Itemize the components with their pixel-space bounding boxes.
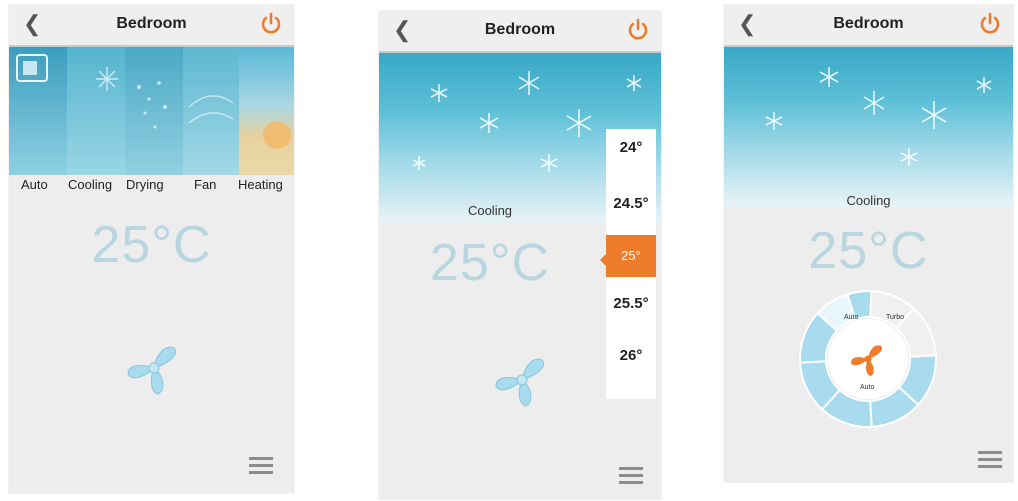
mode-tile-cooling[interactable] <box>67 47 125 175</box>
mode-tile-auto[interactable] <box>9 47 67 175</box>
fan-icon[interactable] <box>119 333 189 403</box>
power-icon[interactable] <box>625 17 651 43</box>
mode-label-auto[interactable]: Auto <box>21 177 48 192</box>
screen-title: Bedroom <box>484 21 556 38</box>
picker-pointer <box>600 253 607 267</box>
power-icon[interactable] <box>977 11 1003 37</box>
mode-tiles <box>9 47 294 175</box>
mode-label-drying[interactable]: Drying <box>126 177 164 192</box>
temperature-display[interactable]: 25°C <box>724 221 1013 281</box>
snowflake-icon <box>96 67 118 91</box>
temperature-display[interactable]: 25°C <box>9 215 294 275</box>
fan-option-auto[interactable]: Auto <box>844 314 859 321</box>
sun-icon <box>263 121 291 149</box>
screen-title: Bedroom <box>116 15 187 32</box>
menu-icon[interactable] <box>249 457 273 477</box>
snow-background <box>724 47 1013 207</box>
picker-item[interactable]: 25.5° <box>606 295 656 312</box>
screen-title: Bedroom <box>833 15 904 32</box>
screen-fan-speed: ❮ Bedroom Cooling 25°C Auto Turbo Auto <box>723 4 1014 483</box>
mode-label-cooling[interactable]: Cooling <box>68 177 112 192</box>
screen-mode-select: ❮ Bedroom Auto Cooling Drying Fan Heatin… <box>8 4 295 494</box>
current-mode-label: Cooling <box>846 193 891 208</box>
mode-tile-fan[interactable] <box>183 47 239 175</box>
top-bar: ❮ Bedroom <box>9 5 294 47</box>
fan-icon[interactable] <box>487 345 557 415</box>
screen-temperature-picker: ❮ Bedroom Cooling 25°C 24° 24.5° 25° 25.… <box>378 10 662 500</box>
menu-icon[interactable] <box>619 467 643 487</box>
fan-option-turbo[interactable]: Turbo <box>886 314 904 321</box>
mode-tile-drying[interactable] <box>125 47 183 175</box>
auto-mode-icon <box>16 54 48 82</box>
droplets-icon <box>137 81 167 129</box>
picker-item[interactable]: 24.5° <box>606 195 656 212</box>
wind-icon <box>188 95 234 124</box>
fan-center-label: Auto <box>860 384 875 391</box>
mode-label-heating[interactable]: Heating <box>238 177 283 192</box>
menu-icon[interactable] <box>978 451 1002 471</box>
picker-item-selected[interactable]: 25° <box>606 235 656 277</box>
mode-labels: Auto Cooling Drying Fan Heating <box>9 177 294 197</box>
top-bar: ❮ Bedroom <box>379 11 661 53</box>
top-bar: ❮ Bedroom <box>724 5 1013 47</box>
mode-tile-heating[interactable] <box>239 47 294 175</box>
picker-item[interactable]: 24° <box>606 139 656 156</box>
mode-label-fan[interactable]: Fan <box>194 177 216 192</box>
power-icon[interactable] <box>258 11 284 37</box>
snowflakes-decoration <box>765 67 992 166</box>
fan-speed-dial[interactable]: Auto Turbo Auto <box>796 287 940 431</box>
temperature-picker[interactable]: 24° 24.5° 25° 25.5° 26° <box>606 129 656 399</box>
picker-item[interactable]: 26° <box>606 347 656 364</box>
